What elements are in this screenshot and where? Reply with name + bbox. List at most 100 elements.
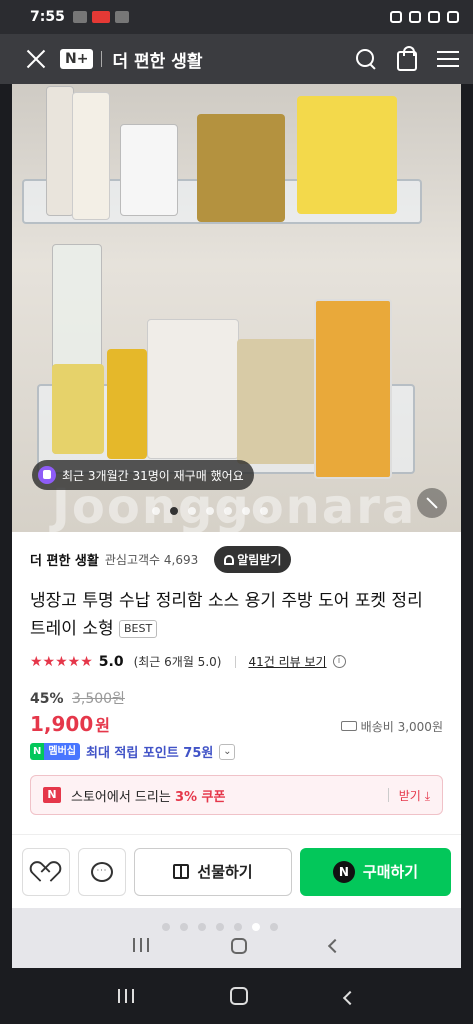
coupon-get-button[interactable]: 받기 ⤓ xyxy=(399,787,430,804)
product-info: 더 편한 생활 관심고객수 4,693 알림받기 냉장고 투명 수납 정리함 소… xyxy=(12,532,461,834)
repurchase-icon xyxy=(38,466,56,484)
carousel-dot-active[interactable] xyxy=(170,507,178,515)
coupon-text-prefix: 스토어에서 드리는 xyxy=(71,789,175,805)
shipping-fee: 배송비 3,000원 xyxy=(360,719,443,734)
page-dot xyxy=(216,923,224,931)
carousel-dot[interactable] xyxy=(206,507,214,515)
points-row[interactable]: N 멤버십 최대 적립 포인트 75원 ⌄ xyxy=(30,742,443,761)
carousel-dot[interactable] xyxy=(188,507,196,515)
battery-icon xyxy=(447,11,459,23)
best-badge: BEST xyxy=(119,620,158,638)
bottle-image xyxy=(72,92,110,220)
pasta-jar-image xyxy=(314,299,392,479)
home-icon[interactable] xyxy=(230,987,249,1005)
heart-icon xyxy=(36,863,56,881)
status-time: 7:55 xyxy=(30,9,65,25)
product-title: 냉장고 투명 수납 정리함 소스 용기 주방 도어 포켓 정리 트레이 소형 B… xyxy=(30,587,443,643)
store-fans-count: 관심고객수 4,693 xyxy=(104,553,199,567)
banana-milk-image xyxy=(297,96,397,214)
info-icon[interactable]: i xyxy=(332,655,346,668)
app-notification-icon xyxy=(91,11,110,23)
back-icon[interactable] xyxy=(342,990,357,1005)
carousel-dot[interactable] xyxy=(152,507,160,515)
price-row: 1,900 원 배송비 3,000원 xyxy=(30,712,443,736)
sale-price: 1,900 xyxy=(30,712,94,736)
system-icons xyxy=(390,11,459,23)
nacho-sauce-image xyxy=(107,349,147,459)
naver-plus-logo[interactable]: N+ xyxy=(60,49,94,69)
gift-label: 선물하기 xyxy=(197,863,253,881)
shipping-info: 배송비 3,000원 xyxy=(340,718,443,735)
close-icon[interactable] xyxy=(24,47,48,71)
page-dot xyxy=(234,923,242,931)
coupon-text-highlight: 3% 쿠폰 xyxy=(174,789,226,805)
max-points: 최대 적립 포인트 75원 xyxy=(85,746,214,761)
gift-icon xyxy=(173,864,190,879)
olive-oil-jar-image xyxy=(52,364,104,454)
message-icon xyxy=(114,11,129,23)
store-title[interactable]: 더 편한 생활 xyxy=(112,47,202,72)
app-header: N+ 더 편한 생활 xyxy=(0,34,473,84)
carousel-indicator[interactable] xyxy=(152,507,268,515)
page-dot xyxy=(180,923,188,931)
chevron-down-icon[interactable]: ⌄ xyxy=(219,743,236,760)
recent-apps-icon xyxy=(133,938,150,952)
shopping-bag-icon[interactable] xyxy=(397,46,417,71)
inner-navigation-bar xyxy=(12,908,461,968)
membership-n: N xyxy=(30,743,45,760)
expand-image-icon[interactable] xyxy=(417,488,447,518)
naver-n-icon: N xyxy=(43,787,61,803)
divider xyxy=(235,655,237,668)
membership-badge: N 멤버십 xyxy=(30,743,80,760)
product-title-text: 냉장고 투명 수납 정리함 소스 용기 주방 도어 포켓 정리 트레이 소형 xyxy=(30,591,423,639)
carousel-dot[interactable] xyxy=(242,507,250,515)
chat-icon: ··· xyxy=(91,861,113,882)
purchase-action-bar: ··· 선물하기 N 구매하기 xyxy=(12,834,461,908)
rating-value: 5.0 xyxy=(98,653,124,670)
coupon-text: 스토어에서 드리는 3% 쿠폰 xyxy=(71,786,225,805)
bell-icon xyxy=(224,554,235,565)
carousel-dot[interactable] xyxy=(224,507,232,515)
recent-rating: (최근 6개월 5.0) xyxy=(133,655,222,669)
status-bar: 7:55 xyxy=(0,0,473,34)
review-link[interactable]: 41건 리뷰 보기 xyxy=(248,653,326,670)
recent-apps-icon[interactable] xyxy=(118,989,135,1003)
gift-button[interactable]: 선물하기 xyxy=(134,847,292,896)
alarm-subscribe-button[interactable]: 알림받기 xyxy=(214,546,292,573)
sauce-packets-image xyxy=(197,114,285,222)
page-dot-active xyxy=(252,923,260,931)
page-dot xyxy=(270,923,278,931)
truck-icon xyxy=(340,721,357,731)
pasta-sauce-pack-image xyxy=(237,339,317,464)
divider xyxy=(387,788,389,802)
sauce-pack-image xyxy=(147,319,239,459)
repurchase-badge: 최근 3개월간 31명이 재구매 했어요 xyxy=(32,460,254,490)
notification-icons xyxy=(72,11,129,23)
mute-icon xyxy=(409,11,421,23)
chat-button[interactable]: ··· xyxy=(78,847,126,896)
discount-row: 45% 3,500원 xyxy=(30,688,443,708)
home-icon xyxy=(231,938,248,954)
repurchase-text: 최근 3개월간 31명이 재구매 했어요 xyxy=(62,468,244,483)
page-dot xyxy=(162,923,170,931)
wifi-icon xyxy=(428,11,440,23)
food-box-image xyxy=(120,124,178,216)
star-rating-icon: ★★★★★ xyxy=(30,653,93,670)
price-unit: 원 xyxy=(95,716,110,735)
menu-icon[interactable] xyxy=(437,51,459,67)
back-icon xyxy=(327,938,342,954)
search-icon[interactable] xyxy=(355,48,377,70)
wishlist-button[interactable] xyxy=(22,847,70,896)
naver-pay-icon: N xyxy=(332,860,355,883)
buy-button[interactable]: N 구매하기 xyxy=(300,847,451,896)
membership-label: 멤버십 xyxy=(44,743,80,760)
rating-row: ★★★★★ 5.0 (최근 6개월 5.0) 41건 리뷰 보기 i xyxy=(30,653,443,670)
product-image[interactable]: Joonggonara 최근 3개월간 31명이 재구매 했어요 xyxy=(12,84,461,532)
store-name[interactable]: 더 편한 생활 xyxy=(30,550,99,569)
carousel-dot[interactable] xyxy=(260,507,268,515)
coupon-banner[interactable]: N 스토어에서 드리는 3% 쿠폰 받기 ⤓ xyxy=(30,775,443,815)
bottle-image xyxy=(46,86,74,216)
page-dot xyxy=(198,923,206,931)
original-price: 3,500원 xyxy=(71,691,125,707)
download-icon: ⤓ xyxy=(424,788,430,803)
